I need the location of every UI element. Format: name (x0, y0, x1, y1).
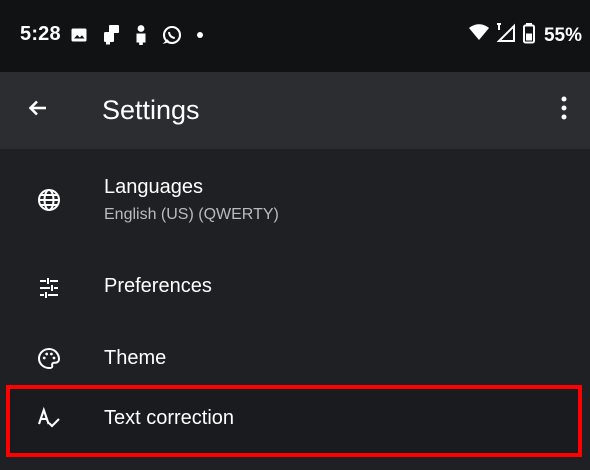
settings-item-label: Languages (104, 176, 203, 198)
settings-item-sublabel: English (US) (QWERTY) (104, 206, 279, 223)
status-time: 5:28 (20, 23, 61, 45)
palette-icon (36, 346, 62, 372)
settings-item-label: Text correction (104, 407, 235, 429)
spellcheck-icon (36, 406, 62, 432)
globe-icon (36, 187, 62, 213)
settings-item-label: Theme (104, 347, 167, 369)
back-button[interactable] (18, 90, 58, 130)
sliders-icon (36, 275, 62, 301)
top-app-bar: Settings (0, 72, 590, 149)
page-title: Settings (102, 95, 200, 125)
settings-item-text-correction[interactable]: Text correction (0, 385, 590, 457)
battery-icon (522, 22, 536, 49)
dot-icon (196, 31, 204, 39)
person-icon (134, 24, 148, 46)
more-options-button[interactable] (544, 90, 584, 130)
wifi-icon (468, 23, 490, 47)
status-right: 55% (468, 22, 582, 48)
settings-screen: 5:28 55% Settings Languages English (US)… (0, 0, 590, 470)
status-left-icons (70, 22, 204, 48)
battery-percentage: 55% (543, 24, 582, 46)
whatsapp-icon (162, 25, 182, 45)
settings-item-preferences[interactable]: Preferences (0, 253, 590, 325)
signal-icon (496, 22, 516, 48)
more-vertical-icon (559, 95, 569, 126)
status-bar: 5:28 55% (0, 0, 590, 72)
notification-card-icon (102, 24, 120, 46)
settings-item-label: Preferences (104, 275, 212, 297)
arrow-left-icon (25, 95, 51, 126)
image-icon (70, 26, 88, 44)
